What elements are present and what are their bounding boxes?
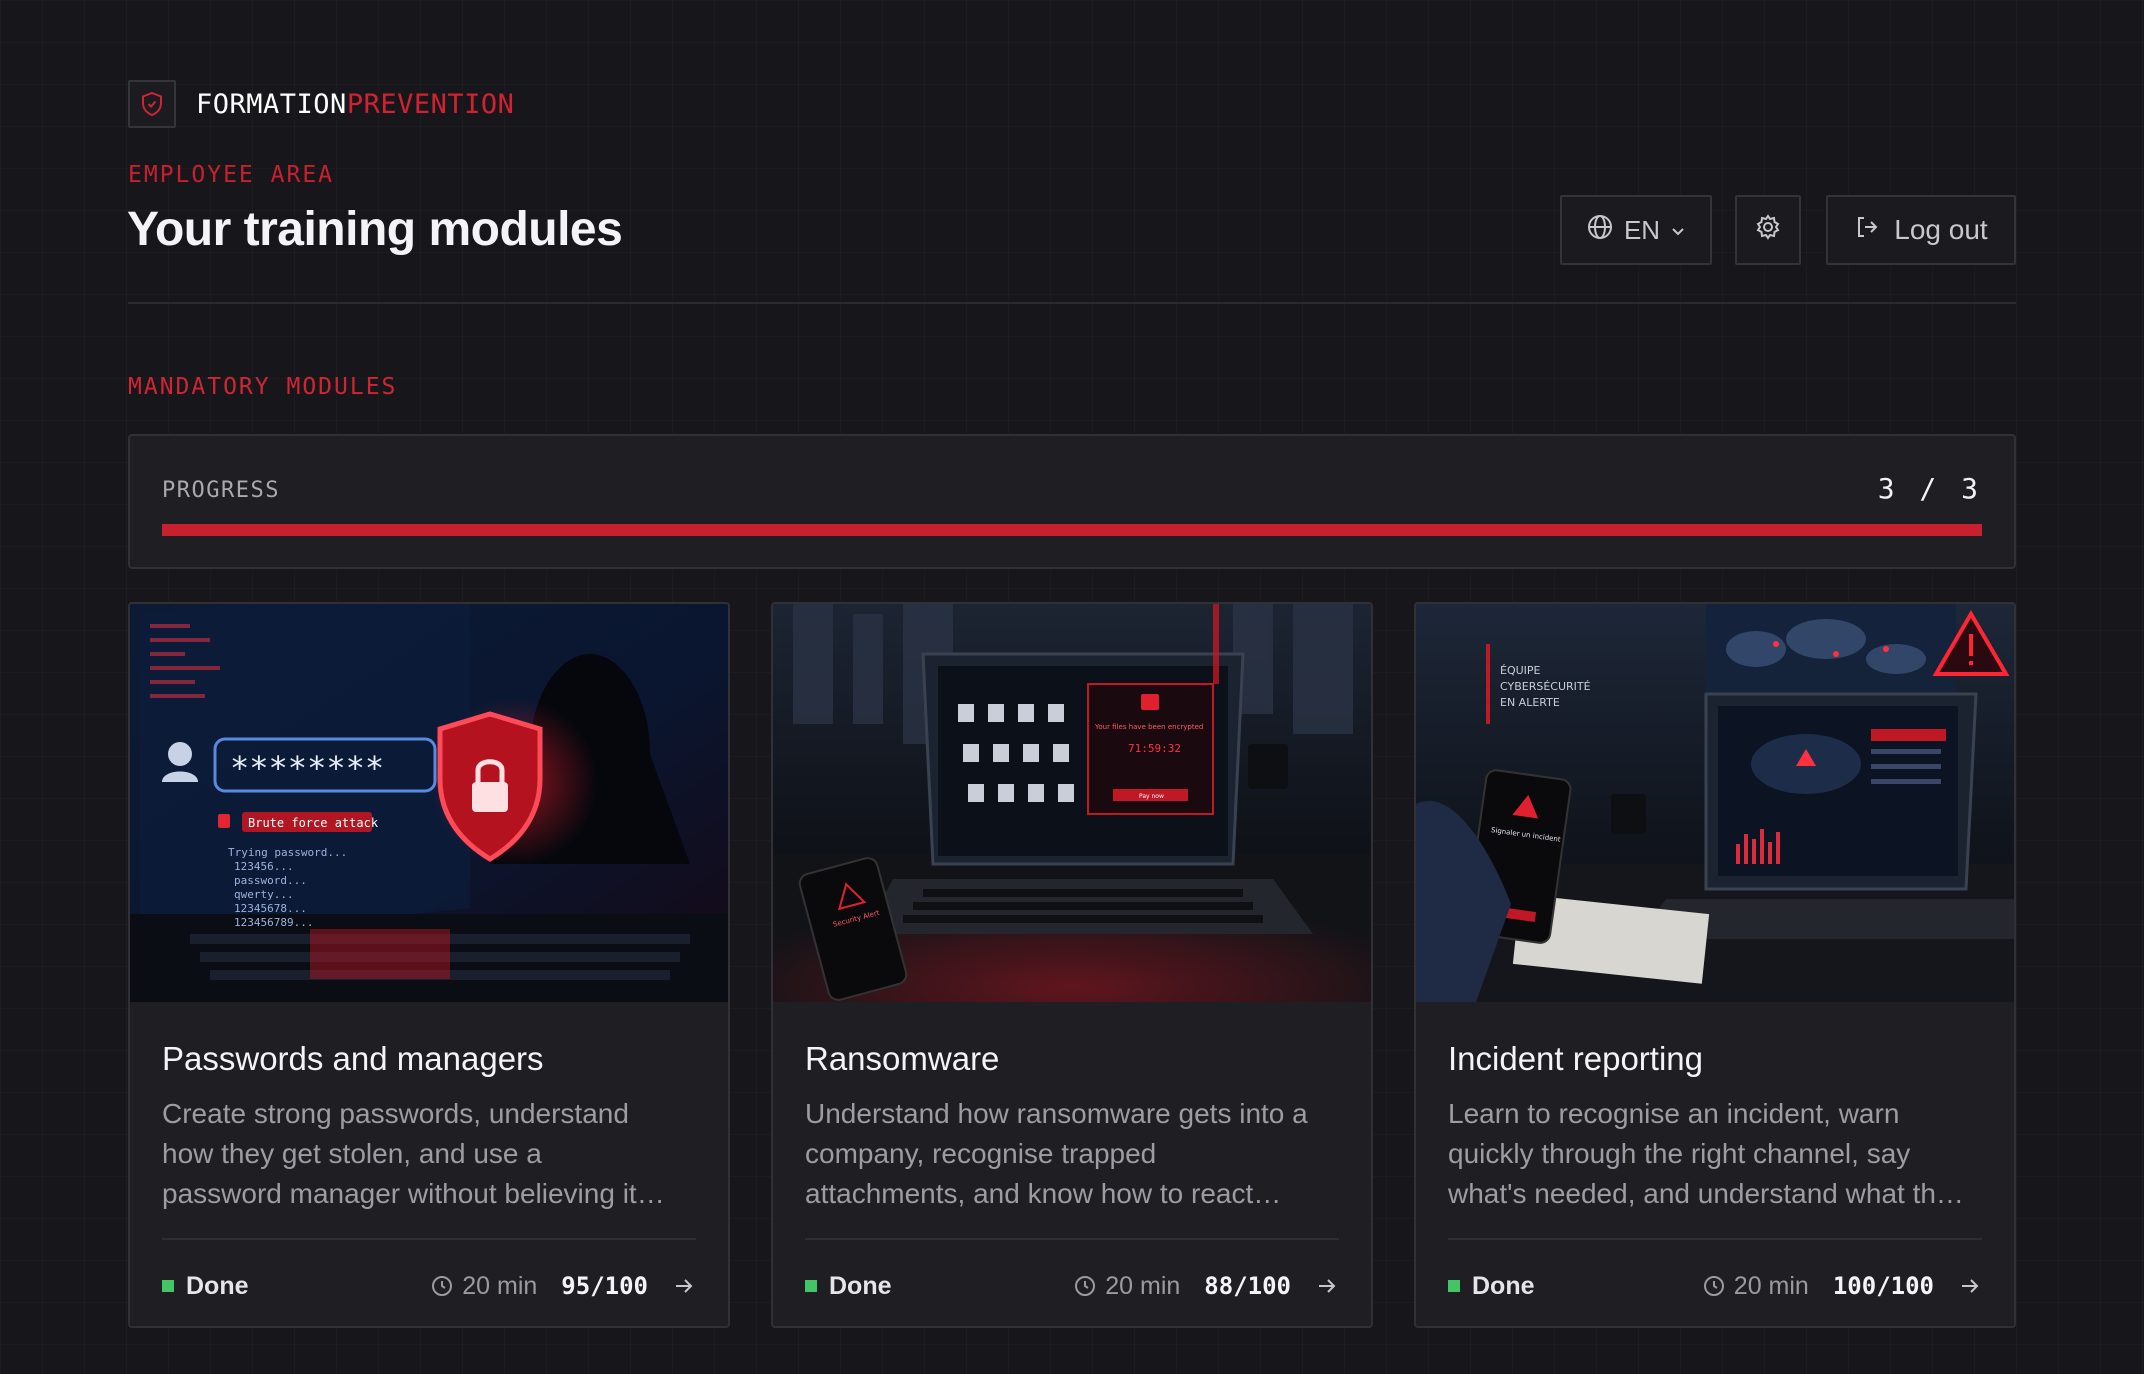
module-card-incident-reporting[interactable]: ÉQUIPE CYBERSÉCURITÉ EN ALERTE Signaler … [1414,602,2016,1328]
log-line: password... [234,874,307,887]
module-duration: 20 min [1105,1271,1181,1300]
module-description-line: how they get stolen, and use a [162,1138,542,1169]
log-line: 12345678... [234,902,307,915]
status-indicator [1448,1280,1460,1292]
log-line: Trying password... [228,846,347,859]
module-title: Passwords and managers [162,1040,544,1077]
password-field-text: ******** [230,749,384,787]
module-description-line: Learn to recognise an incident, warn [1448,1098,1900,1129]
log-line: qwerty... [234,888,294,901]
module-footer: Done 20 min 88/100 [805,1266,1339,1306]
page-title: Your training modules [127,203,623,256]
card-divider [805,1238,1339,1240]
module-description-line: company, recognise trapped [805,1138,1157,1169]
module-duration: 20 min [1733,1271,1809,1300]
progress-bar [162,524,1982,536]
language-selector[interactable]: EN [1560,195,1712,265]
ransom-timer: 71:59:32 [1128,742,1181,755]
arrow-right-icon[interactable] [1315,1274,1339,1298]
card-divider [162,1238,696,1240]
header-divider [128,302,2016,304]
module-description: Create strong passwords, understand how … [162,1094,702,1214]
brand: FORMATIONPREVENTION [128,80,514,128]
module-image-incident-reporting: ÉQUIPE CYBERSÉCURITÉ EN ALERTE Signaler … [1416,604,2014,1002]
module-description-line: password manager without believing it… [162,1178,665,1209]
log-line: 123456789... [234,916,313,929]
status-indicator [162,1280,174,1292]
progress-panel: PROGRESS 3 / 3 [128,434,2016,569]
module-description-line: attachments, and know how to react… [805,1178,1282,1209]
pay-button-text: Pay now [1139,793,1164,800]
status-label: Done [829,1271,892,1300]
gear-icon [1754,213,1782,248]
section-label: MANDATORY MODULES [128,374,398,400]
shield-icon [128,80,176,128]
module-footer: Done 20 min 100/100 [1448,1266,1982,1306]
brand-name-primary: FORMATION [196,88,347,120]
module-title: Ransomware [805,1040,1000,1077]
logout-button[interactable]: Log out [1826,195,2016,265]
module-image-passwords: ******** Brute force attack Trying passw… [130,604,728,1002]
logout-icon [1854,214,1880,247]
progress-label: PROGRESS [162,478,280,503]
module-description-line: what's needed, and understand what th… [1448,1178,1964,1209]
module-card-ransomware[interactable]: Your files have been encrypted 71:59:32 … [771,602,1373,1328]
logout-label: Log out [1894,214,1988,245]
clock-icon [1073,1274,1097,1298]
module-title: Incident reporting [1448,1040,1703,1077]
module-description: Learn to recognise an incident, warn qui… [1448,1094,1988,1214]
banner-line: ÉQUIPE [1500,664,1541,677]
module-card-passwords[interactable]: ******** Brute force attack Trying passw… [128,602,730,1328]
settings-button[interactable] [1735,195,1801,265]
clock-icon [1702,1274,1726,1298]
module-description-line: Understand how ransomware gets into a [805,1098,1308,1129]
log-line: 123456... [234,860,294,873]
brand-name: FORMATIONPREVENTION [196,89,514,120]
language-value: EN [1623,214,1661,245]
module-description-line: Create strong passwords, understand [162,1098,629,1129]
module-score: 95/100 [561,1272,648,1300]
chevron-down-icon [1670,215,1686,246]
status-indicator [805,1280,817,1292]
arrow-right-icon[interactable] [1958,1274,1982,1298]
brand-name-accent: PREVENTION [346,88,515,120]
module-duration: 20 min [462,1271,538,1300]
module-score: 88/100 [1204,1272,1291,1300]
module-description-line: quickly through the right channel, say [1448,1138,1911,1169]
status-label: Done [1472,1271,1535,1300]
ransom-title: Your files have been encrypted [1094,723,1203,731]
progress-count: 3 / 3 [1877,472,1982,505]
arrow-right-icon[interactable] [672,1274,696,1298]
status-label: Done [186,1271,249,1300]
module-image-ransomware: Your files have been encrypted 71:59:32 … [773,604,1371,1002]
banner-line: EN ALERTE [1500,696,1560,709]
module-footer: Done 20 min 95/100 [162,1266,696,1306]
progress-bar-fill [162,524,1982,536]
banner-line: CYBERSÉCURITÉ [1500,680,1591,693]
card-divider [1448,1238,1982,1240]
module-score: 100/100 [1832,1272,1934,1300]
brute-force-label: Brute force attack [248,816,379,830]
globe-icon [1586,213,1614,248]
clock-icon [430,1274,454,1298]
page-eyebrow: EMPLOYEE AREA [128,162,335,188]
module-description: Understand how ransomware gets into a co… [805,1094,1345,1214]
